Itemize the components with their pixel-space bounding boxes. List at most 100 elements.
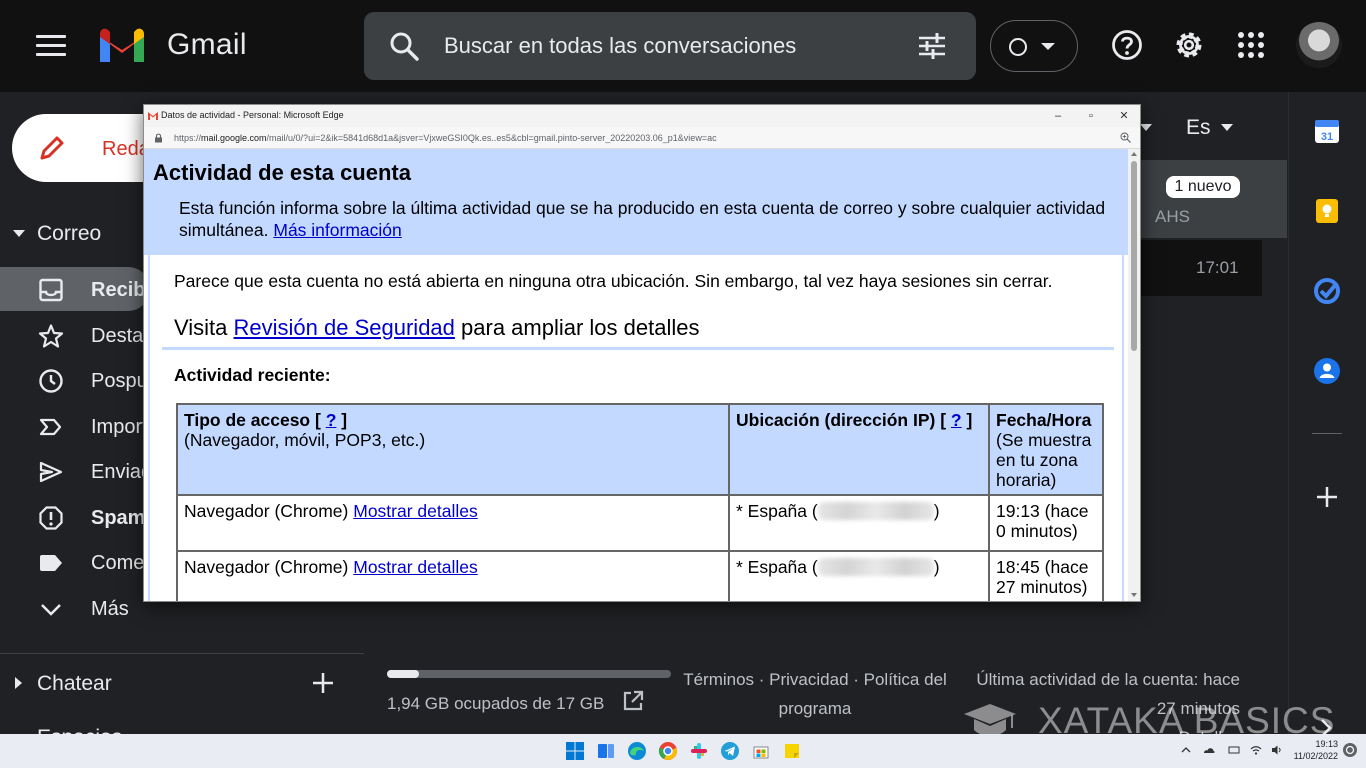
store-icon[interactable] <box>751 741 771 761</box>
sidebar-item-label: Spam <box>91 507 146 529</box>
sidebar-item[interactable]: Recibidos <box>0 267 187 311</box>
keep-icon[interactable] <box>1313 197 1341 225</box>
table-row: Navegador (Chrome) Mostrar detalles * Esp… <box>176 550 1104 601</box>
sidebar-item[interactable]: Importantes <box>0 404 197 448</box>
col-datetime: Fecha/Hora (Se muestra en tu zona horari… <box>988 403 1104 496</box>
task-view-icon[interactable] <box>596 741 616 761</box>
taskbar-clock[interactable]: 19:13 11/02/2022 <box>1292 738 1338 762</box>
activity-popup-window: Datos de actividad - Personal: Microsoft… <box>143 104 1141 602</box>
windows-taskbar <box>0 734 1366 768</box>
chevron-right-icon[interactable] <box>15 677 22 689</box>
volume-icon[interactable] <box>1271 744 1283 756</box>
sidebar-item[interactable]: Más <box>0 586 150 630</box>
datetime-cell: 19:13 (hace 0 minutos) <box>988 494 1104 552</box>
search-input[interactable] <box>444 28 904 64</box>
onedrive-icon[interactable] <box>1203 744 1215 756</box>
windows-start-icon[interactable] <box>565 741 585 761</box>
sessions-note: Parece que esta cuenta no está abierta e… <box>174 271 1053 291</box>
telegram-icon[interactable] <box>720 741 740 761</box>
col-datetime-subtitle: (Se muestra en tu zona horaria) <box>996 430 1092 490</box>
footer-links[interactable]: Términos · Privacidad · Política del pro… <box>675 665 955 723</box>
url-host: mail.google.com <box>201 133 267 143</box>
scrollbar-thumb[interactable] <box>1131 161 1137 351</box>
maximize-icon[interactable]: ▫ <box>1083 108 1099 124</box>
gmail-header: Gmail <box>0 0 1366 92</box>
popup-scrollbar[interactable] <box>1128 149 1140 601</box>
keyboard-icon[interactable] <box>1228 744 1240 756</box>
url-prefix: https:// <box>174 133 202 143</box>
chrome-icon[interactable] <box>658 741 678 761</box>
url-text[interactable]: https://mail.google.com/mail/u/0/?ui=2&i… <box>174 133 717 143</box>
sidebar-item[interactable]: Destacados <box>0 313 197 357</box>
sidebar-item[interactable]: Pospuestos <box>0 358 196 402</box>
settings-gear-icon[interactable] <box>1172 28 1206 62</box>
location-text: * España ( <box>736 501 818 521</box>
chevron-down-icon[interactable] <box>1221 124 1233 131</box>
section-divider <box>162 347 1114 350</box>
chevron-down-icon[interactable] <box>13 230 25 237</box>
close-icon[interactable]: ✕ <box>1116 108 1132 124</box>
activity-description: Esta función informa sobre la última act… <box>179 197 1109 241</box>
search-icon[interactable] <box>388 30 420 62</box>
add-addon-icon[interactable] <box>1313 483 1341 511</box>
scroll-down-icon[interactable] <box>1131 593 1137 597</box>
sidebar-item[interactable]: Spam <box>0 495 150 539</box>
minimize-icon[interactable]: – <box>1050 108 1066 124</box>
scroll-up-icon[interactable] <box>1131 152 1137 156</box>
window-titlebar[interactable]: Datos de actividad - Personal: Microsoft… <box>144 105 1140 127</box>
apps-grid-icon[interactable] <box>1234 28 1268 62</box>
sidebar-item[interactable]: Enviados <box>0 449 173 493</box>
location-help-link[interactable]: ? <box>951 410 962 430</box>
security-review-line: Visita Revisión de Seguridad para amplia… <box>174 315 700 341</box>
show-details-link[interactable]: Mostrar detalles <box>353 501 478 521</box>
slack-icon[interactable] <box>689 741 709 761</box>
status-selector[interactable] <box>990 20 1078 72</box>
tag-icon <box>38 550 64 576</box>
chat-section-title[interactable]: Chatear <box>37 672 112 696</box>
spaces-section-title[interactable]: Espacios <box>37 726 122 734</box>
datetime-cell: 18:45 (hace 27 minutos) <box>988 550 1104 601</box>
window-title: Datos de actividad - Personal: Microsoft… <box>161 110 344 120</box>
edge-browser-icon[interactable] <box>627 741 647 761</box>
help-icon[interactable] <box>1110 28 1144 62</box>
chevron-up-icon[interactable] <box>1180 744 1192 756</box>
sidebar-item[interactable]: Comercial <box>0 540 181 584</box>
wifi-icon[interactable] <box>1250 744 1262 756</box>
activity-body: Parece que esta cuenta no está abierta e… <box>148 255 1124 601</box>
pencil-icon <box>40 136 64 160</box>
inbox-icon <box>38 277 64 303</box>
sticky-notes-icon[interactable] <box>782 741 802 761</box>
address-bar[interactable]: https://mail.google.com/mail/u/0/?ui=2&i… <box>144 127 1140 149</box>
url-path: /mail/u/0/?ui=2&ik=5841d68d1a&jsver=Vjxw… <box>266 133 717 143</box>
main-menu-icon[interactable] <box>36 35 66 57</box>
access-help-link[interactable]: ? <box>326 410 337 430</box>
col-access-close: ] <box>341 410 348 430</box>
open-external-icon[interactable] <box>622 690 644 712</box>
notification-badge-icon[interactable] <box>1342 742 1358 758</box>
lock-icon[interactable] <box>154 133 163 143</box>
zoom-icon[interactable] <box>1120 132 1131 143</box>
visit-prefix: Visita <box>174 315 228 340</box>
security-review-link[interactable]: Revisión de Seguridad <box>234 315 455 340</box>
chevron-down-icon[interactable] <box>1140 124 1152 131</box>
col-location: Ubicación (dirección IP) [ ? ] <box>728 403 990 496</box>
mail-section-title[interactable]: Correo <box>37 222 101 246</box>
gmail-favicon-icon <box>148 112 158 120</box>
search-bar[interactable] <box>364 12 976 80</box>
chevron-down-icon <box>1041 43 1055 50</box>
more-info-link[interactable]: Más información <box>273 220 401 240</box>
language-selector[interactable]: Es <box>1186 116 1211 140</box>
tab-sender-preview: AHS <box>1155 207 1190 226</box>
activity-header: Actividad de esta cuenta Esta función in… <box>144 149 1128 255</box>
contacts-icon[interactable] <box>1313 357 1341 385</box>
gmail-logo-icon[interactable] <box>96 26 148 64</box>
tasks-icon[interactable] <box>1313 277 1341 305</box>
table-row: Navegador (Chrome) Mostrar detalles * Esp… <box>176 494 1104 552</box>
account-avatar[interactable] <box>1296 22 1342 68</box>
show-details-link[interactable]: Mostrar detalles <box>353 557 478 577</box>
search-options-icon[interactable] <box>916 30 948 62</box>
add-chat-icon[interactable] <box>310 670 336 696</box>
col-access-title: Tipo de acceso [ <box>184 410 321 430</box>
svg-text:31: 31 <box>1321 131 1333 143</box>
calendar-icon[interactable]: 31 <box>1313 117 1341 145</box>
